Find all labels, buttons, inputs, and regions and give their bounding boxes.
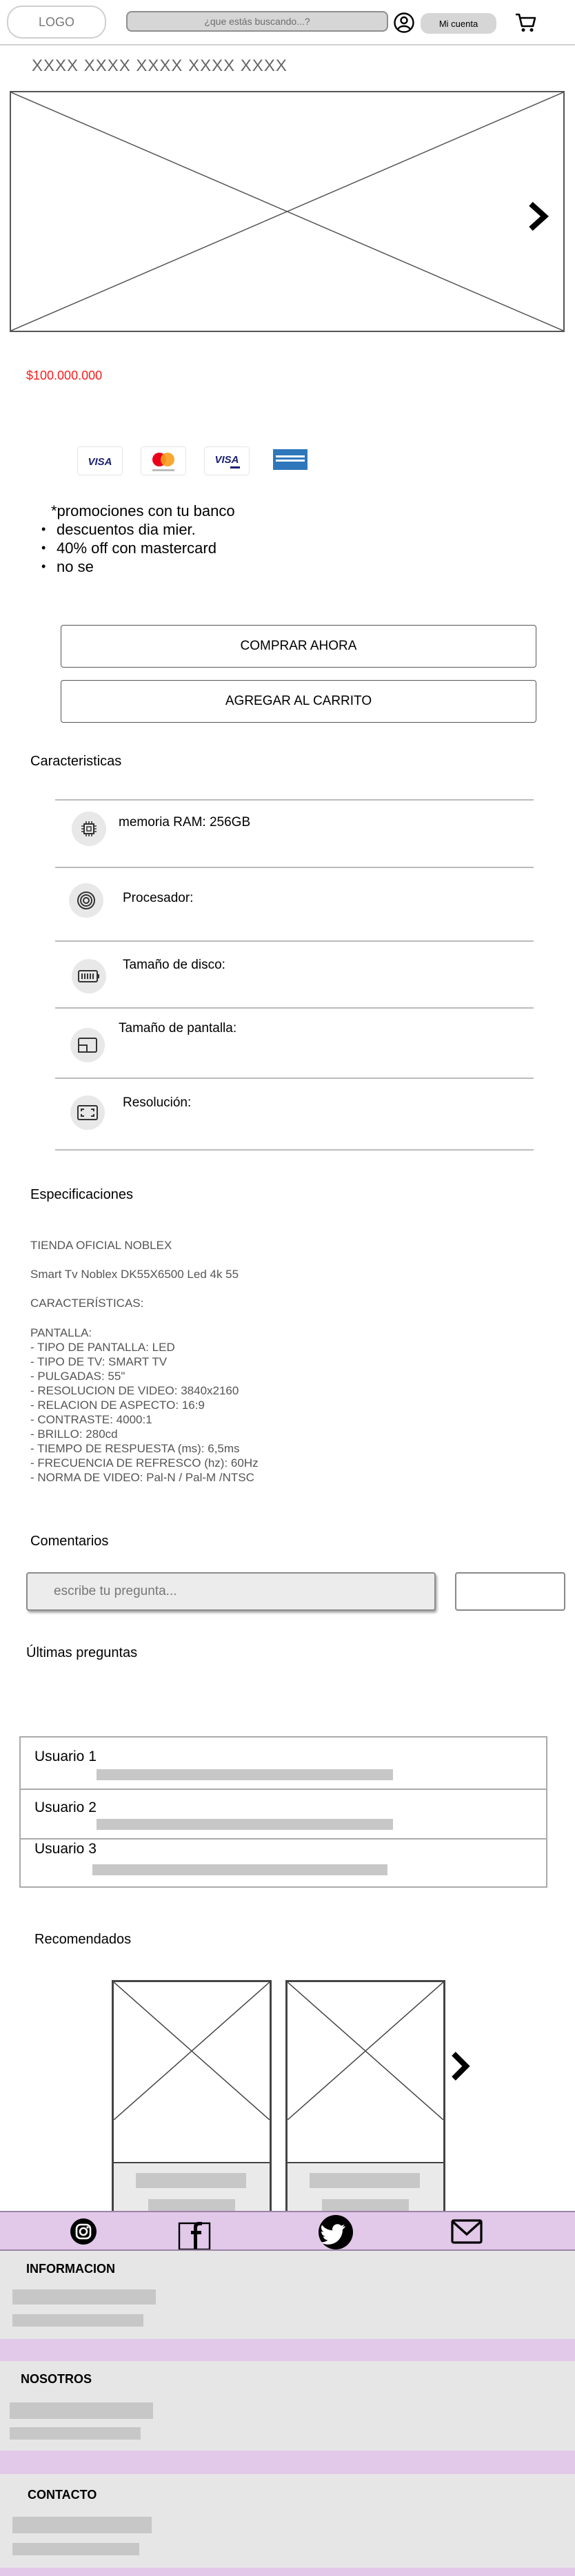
promotions-heading: *promociones con tu banco (51, 502, 235, 519)
specifications-body: TIENDA OFICIAL NOBLEX Smart Tv Noblex DK… (30, 1239, 259, 1485)
footer-contacto: CONTACTO (0, 2474, 575, 2568)
question-text-placeholder (92, 1864, 387, 1875)
twitter-icon[interactable] (316, 2215, 356, 2249)
footer-divider-band (0, 2568, 575, 2576)
spec-line: - TIPO DE PANTALLA: LED (30, 1341, 175, 1354)
feature-label: Tamaño de disco: (123, 958, 225, 972)
feature-label: Resolución: (123, 1095, 192, 1110)
product-name-placeholder (310, 2173, 420, 2188)
user-icon[interactable] (393, 12, 415, 34)
feature-label: Procesador: (123, 891, 194, 905)
spec-line: - FRECUENCIA DE REFRESCO (hz): 60Hz (30, 1456, 259, 1470)
amex-card-icon (268, 446, 313, 475)
footer-link-placeholder[interactable] (12, 2543, 139, 2555)
question-input[interactable]: escribe tu pregunta... (26, 1572, 436, 1611)
promotions: *promociones con tu banco descuentos dia… (41, 502, 235, 576)
footer-section-title[interactable]: CONTACTO (28, 2488, 97, 2502)
logo[interactable]: LOGO (7, 6, 106, 39)
list-item[interactable]: Usuario 2 (21, 1789, 546, 1840)
social-bar (0, 2211, 575, 2251)
user-name: Usuario 2 (34, 1800, 97, 1815)
footer-divider-band (0, 2451, 575, 2474)
divider (55, 799, 534, 801)
add-to-cart-button[interactable]: AGREGAR AL CARRITO (61, 680, 536, 723)
specifications-title: Especificaciones (30, 1187, 133, 1202)
footer-link-placeholder[interactable] (10, 2427, 141, 2440)
footer-link-placeholder[interactable] (12, 2517, 152, 2533)
promotion-item: descuentos dia mier. (41, 520, 235, 539)
spec-line: - TIEMPO DE RESPUESTA (ms): 6,5ms (30, 1442, 240, 1455)
footer-section-title[interactable]: NOSOTROS (21, 2372, 92, 2387)
spec-store: TIENDA OFICIAL NOBLEX (30, 1239, 172, 1252)
resolution-icon (70, 1095, 105, 1130)
product-image-carousel (10, 91, 565, 332)
spec-line: - PULGADAS: 55" (30, 1370, 125, 1383)
divider (55, 867, 534, 868)
footer-nosotros: NOSOTROS (0, 2361, 575, 2451)
svg-text:VISA: VISA (88, 456, 112, 468)
footer-link-placeholder[interactable] (12, 2289, 156, 2305)
recommended-title: Recomendados (34, 1932, 132, 1947)
footer-divider-band (0, 2339, 575, 2361)
list-item[interactable]: Usuario 3 (21, 1838, 546, 1886)
mastercard-icon (141, 446, 186, 475)
battery-disk-icon (72, 959, 106, 993)
spec-line: - BRILLO: 280cd (30, 1428, 118, 1441)
footer-informacion: INFORMACION (0, 2251, 575, 2339)
divider (55, 1078, 534, 1079)
visa-card-icon: VISA (77, 446, 123, 475)
footer-section-title[interactable]: INFORMACION (26, 2262, 115, 2276)
features-title: Caracteristicas (30, 754, 122, 769)
spec-screen-heading: PANTALLA: (30, 1326, 92, 1339)
spec-line: - NORMA DE VIDEO: Pal-N / Pal-M /NTSC (30, 1471, 254, 1484)
buy-now-button[interactable]: COMPRAR AHORA (61, 625, 536, 668)
user-name: Usuario 3 (34, 1841, 97, 1857)
chip-icon (72, 812, 106, 846)
questions-title: Últimas preguntas (26, 1645, 138, 1660)
product-price: $100.000.000 (26, 369, 103, 382)
product-title: XXXX XXXX XXXX XXXX XXXX (32, 56, 288, 75)
screen-size-icon (70, 1028, 105, 1062)
question-text-placeholder (97, 1769, 393, 1780)
processor-icon (69, 883, 103, 918)
user-name: Usuario 1 (34, 1749, 97, 1764)
divider (55, 1149, 534, 1151)
recommended-product-card[interactable] (112, 1980, 272, 2229)
questions-list: Usuario 1 Usuario 2 Usuario 3 (19, 1736, 547, 1888)
comments-title: Comentarios (30, 1534, 109, 1549)
mail-icon[interactable] (451, 2219, 483, 2244)
account-button[interactable]: Mi cuenta (421, 13, 496, 34)
promotion-item: no se (41, 557, 235, 576)
payment-cards: VISA VISA (77, 446, 313, 475)
search-input[interactable]: ¿que estás buscando...? (126, 11, 388, 32)
cart-icon[interactable] (514, 12, 538, 33)
spec-line: - CONTRASTE: 4000:1 (30, 1413, 152, 1426)
list-item[interactable]: Usuario 1 (21, 1738, 546, 1790)
spec-model: Smart Tv Noblex DK55X6500 Led 4k 55 (30, 1268, 239, 1281)
feature-label: Tamaño de pantalla: (119, 1021, 237, 1035)
product-name-placeholder (136, 2173, 246, 2188)
recommended-next-icon[interactable] (448, 2050, 472, 2082)
feature-label: memoria RAM: 256GB (119, 815, 251, 830)
divider (55, 940, 534, 942)
spec-characteristics-heading: CARACTERÍSTICAS: (30, 1297, 144, 1310)
product-price-placeholder (148, 2199, 235, 2212)
product-price-placeholder (322, 2199, 409, 2212)
svg-text:VISA: VISA (214, 454, 239, 466)
question-text-placeholder (97, 1819, 393, 1830)
visa-debit-card-icon: VISA (204, 446, 250, 475)
header: LOGO ¿que estás buscando...? Mi cuenta (0, 0, 575, 45)
spec-line: - RESOLUCION DE VIDEO: 3840x2160 (30, 1384, 239, 1397)
spec-line: - RELACION DE ASPECTO: 16:9 (30, 1399, 205, 1412)
facebook-icon[interactable] (176, 2216, 212, 2249)
recommended-product-card[interactable] (285, 1980, 445, 2229)
divider (55, 1007, 534, 1009)
instagram-icon[interactable] (69, 2218, 98, 2245)
send-question-button[interactable] (455, 1572, 565, 1611)
promotion-item: 40% off con mastercard (41, 539, 235, 557)
spec-line: - TIPO DE TV: SMART TV (30, 1355, 168, 1368)
carousel-next-icon[interactable] (524, 200, 552, 233)
footer-link-placeholder[interactable] (10, 2402, 153, 2419)
footer-link-placeholder[interactable] (12, 2314, 143, 2327)
